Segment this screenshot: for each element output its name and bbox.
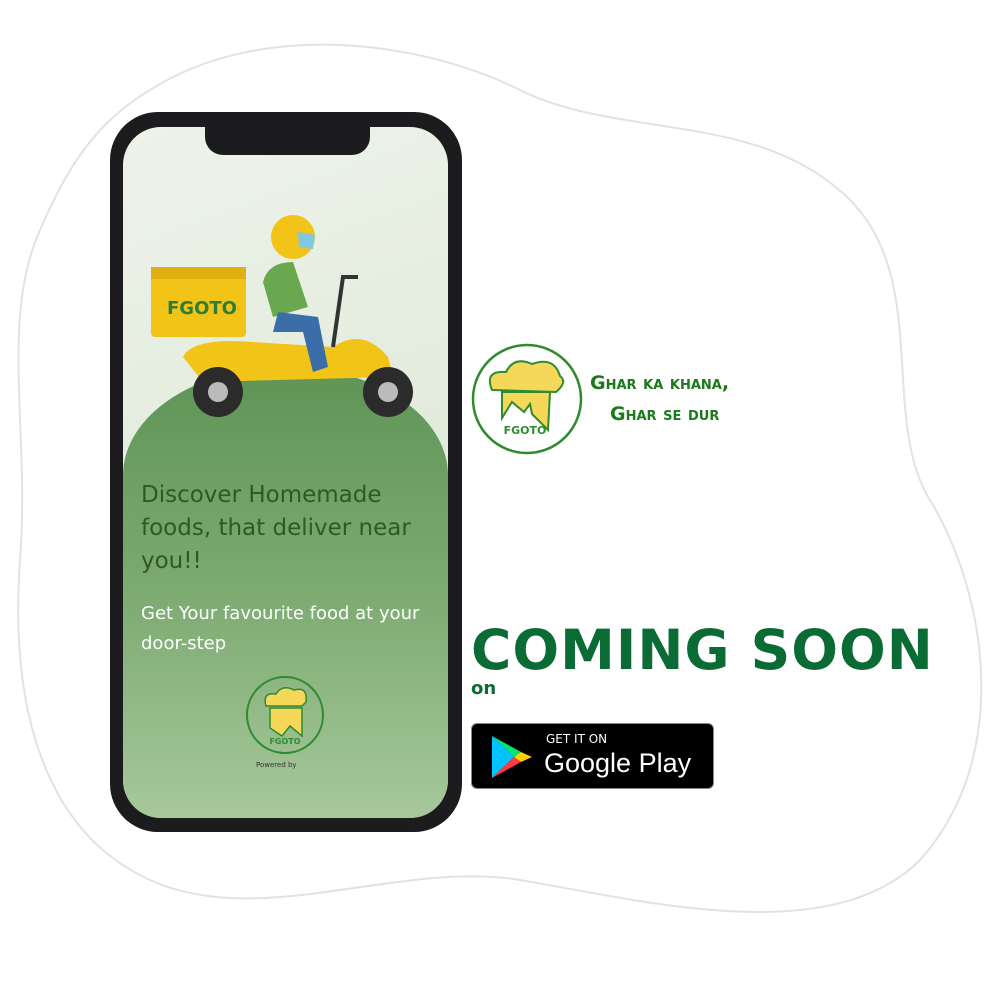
logo-text: FGOTO [504, 424, 547, 437]
on-label: on [471, 678, 497, 699]
tagline-line2: Ghar se dur [610, 403, 720, 425]
chef-hat-logo-icon: FGOTO [246, 676, 324, 754]
delivery-scooter-illustration: FGOTO [151, 215, 413, 417]
tagline: Ghar ka khana, Ghar se dur [590, 368, 729, 430]
subtext: Get Your favourite food at your door-ste… [141, 603, 420, 654]
coming-soon-heading: COMING SOON [471, 618, 934, 682]
phone-logo-text: FGOTO [269, 737, 300, 746]
box-brand-text: FGOTO [167, 298, 237, 319]
google-play-icon [492, 736, 532, 778]
chef-hat-logo-icon: FGOTO [471, 343, 583, 455]
badge-large-text: Google Play [544, 748, 692, 778]
powered-by: Powered by [256, 761, 297, 769]
tagline-line1: Ghar ka khana, [590, 372, 730, 394]
phone-notch [205, 127, 370, 155]
badge-small-text: GET IT ON [546, 732, 608, 746]
google-play-badge[interactable]: GET IT ON Google Play [471, 723, 714, 789]
headline: Discover Homemade foods, that deliver ne… [141, 482, 411, 574]
phone-screen: FGOTO Discover Homemade foods, that deli… [123, 127, 448, 818]
